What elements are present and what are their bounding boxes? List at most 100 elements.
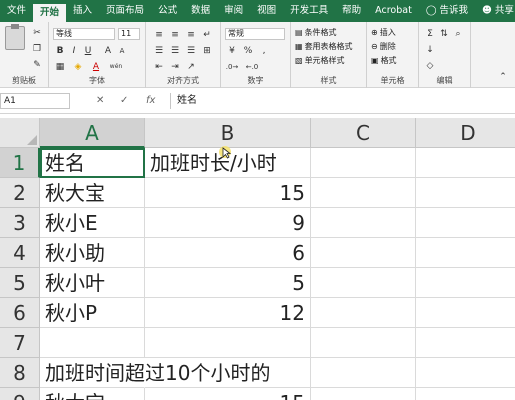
cell-b4[interactable]: 6 [145, 238, 311, 268]
tab-acrobat[interactable]: Acrobat [368, 0, 419, 22]
align-center-icon[interactable]: ☰ [168, 44, 182, 58]
align-left-icon[interactable]: ☰ [152, 44, 166, 58]
tab-review[interactable]: 审阅 [217, 0, 250, 22]
currency-icon[interactable]: ¥ [225, 44, 239, 58]
tab-insert[interactable]: 插入 [66, 0, 99, 22]
tab-data[interactable]: 数据 [184, 0, 217, 22]
conditional-formatting-button[interactable]: ▤ 条件格式 [295, 27, 337, 38]
tab-help[interactable]: 帮助 [335, 0, 368, 22]
cell[interactable] [416, 358, 515, 388]
align-middle-icon[interactable]: ≡ [168, 28, 182, 42]
insert-function-icon[interactable]: fx [146, 93, 155, 109]
tab-file[interactable]: 文件 [0, 0, 33, 22]
cell[interactable] [416, 268, 515, 298]
increase-indent-icon[interactable]: ⇥ [168, 60, 182, 74]
cell-b7[interactable] [145, 328, 311, 358]
share-button[interactable]: ☻ 共享 [475, 0, 515, 22]
phonetic-button[interactable]: wén [109, 60, 123, 74]
row-header[interactable]: 9 [0, 388, 40, 400]
formula-input[interactable]: 姓名 [170, 93, 515, 109]
align-right-icon[interactable]: ☰ [184, 44, 198, 58]
name-box[interactable]: A1 [0, 93, 70, 109]
find-icon[interactable]: ⌕ [451, 27, 465, 41]
decrease-decimal-icon[interactable]: ←.0 [245, 60, 259, 74]
increase-font-button[interactable]: A [101, 44, 115, 58]
comma-button[interactable]: , [257, 44, 271, 58]
cell-b8[interactable] [145, 358, 311, 388]
cut-icon[interactable]: ✂ [30, 26, 44, 40]
sort-filter-icon[interactable]: ⇅ [437, 27, 451, 41]
cell-b2[interactable]: 15 [145, 178, 311, 208]
tab-view[interactable]: 视图 [250, 0, 283, 22]
align-top-icon[interactable]: ≡ [152, 28, 166, 42]
row-header[interactable]: 3 [0, 208, 40, 238]
cell[interactable] [311, 328, 416, 358]
orientation-icon[interactable]: ↗ [184, 60, 198, 74]
cell[interactable] [416, 178, 515, 208]
cell[interactable] [311, 388, 416, 400]
cell-a3[interactable]: 秋小E [40, 208, 145, 238]
font-name-select[interactable]: 等线 [53, 28, 115, 40]
paste-icon[interactable] [5, 24, 25, 50]
collapse-ribbon-icon[interactable]: ⌃ [496, 70, 510, 84]
row-header[interactable]: 8 [0, 358, 40, 388]
decrease-font-button[interactable]: A [115, 44, 129, 58]
cell[interactable] [311, 358, 416, 388]
cell[interactable] [416, 298, 515, 328]
cell-a1[interactable]: 姓名 [40, 148, 145, 178]
align-bottom-icon[interactable]: ≡ [184, 28, 198, 42]
column-header-c[interactable]: C [311, 118, 416, 148]
font-color-button[interactable]: A [89, 60, 103, 74]
format-as-table-button[interactable]: ▦ 套用表格格式 [295, 41, 353, 52]
cell-b6[interactable]: 12 [145, 298, 311, 328]
cell-a5[interactable]: 秋小叶 [40, 268, 145, 298]
cell-a8[interactable]: 加班时间超过10个小时的 [40, 358, 270, 388]
row-header[interactable]: 4 [0, 238, 40, 268]
cell[interactable] [311, 208, 416, 238]
cell[interactable] [416, 238, 515, 268]
enter-icon[interactable]: ✓ [120, 93, 128, 109]
cell[interactable] [311, 268, 416, 298]
cell[interactable] [311, 238, 416, 268]
cell-b9[interactable]: 15 [145, 388, 311, 400]
cell[interactable] [416, 388, 515, 400]
cell[interactable] [311, 148, 416, 178]
format-cells-button[interactable]: ▣ 格式 [371, 55, 397, 66]
cell[interactable] [416, 208, 515, 238]
fill-icon[interactable]: ↓ [423, 43, 437, 57]
cell-styles-button[interactable]: ▧ 单元格样式 [295, 55, 345, 66]
cell[interactable] [416, 148, 515, 178]
cell[interactable] [311, 178, 416, 208]
column-header-b[interactable]: B [145, 118, 311, 148]
cell[interactable] [416, 328, 515, 358]
cell-a6[interactable]: 秋小P [40, 298, 145, 328]
tab-developer[interactable]: 开发工具 [283, 0, 335, 22]
clear-icon[interactable]: ◇ [423, 59, 437, 73]
bold-button[interactable]: B [53, 44, 67, 58]
merge-cells-icon[interactable]: ⊞ [200, 44, 214, 58]
border-icon[interactable]: ▦ [53, 60, 67, 74]
italic-button[interactable]: I [67, 44, 81, 58]
cell-a7[interactable] [40, 328, 145, 358]
cell[interactable] [311, 298, 416, 328]
font-size-select[interactable]: 11 [118, 28, 140, 40]
tell-me-box[interactable]: ◯ 告诉我 [419, 0, 475, 22]
cell-b3[interactable]: 9 [145, 208, 311, 238]
row-header[interactable]: 7 [0, 328, 40, 358]
underline-button[interactable]: U [81, 44, 95, 58]
delete-cells-button[interactable]: ⊖ 删除 [371, 41, 396, 52]
row-header[interactable]: 2 [0, 178, 40, 208]
cell-a4[interactable]: 秋小助 [40, 238, 145, 268]
cancel-icon[interactable]: ✕ [96, 93, 104, 109]
autosum-icon[interactable]: Σ [423, 27, 437, 41]
insert-cells-button[interactable]: ⊕ 插入 [371, 27, 396, 38]
number-format-select[interactable]: 常规 [225, 28, 285, 40]
tab-formulas[interactable]: 公式 [151, 0, 184, 22]
cell-a9[interactable]: 秋大宝 [40, 388, 145, 400]
row-header[interactable]: 5 [0, 268, 40, 298]
fill-color-icon[interactable]: ◈ [71, 60, 85, 74]
row-header[interactable]: 6 [0, 298, 40, 328]
decrease-indent-icon[interactable]: ⇤ [152, 60, 166, 74]
column-header-d[interactable]: D [416, 118, 515, 148]
cell-a2[interactable]: 秋大宝 [40, 178, 145, 208]
